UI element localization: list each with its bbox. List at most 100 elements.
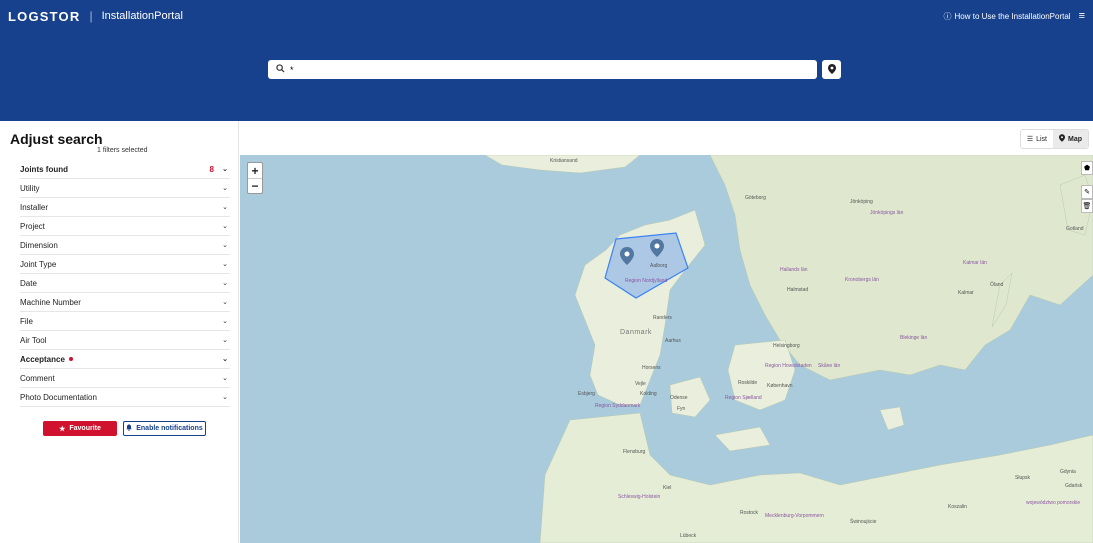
map-label-horsens: Horsens [642,365,661,371]
filter-dimension[interactable]: Dimension ⌄ [20,236,230,255]
chevron-down-icon: ⌄ [222,337,228,344]
map-label-kalmar: Kalmar [958,290,974,296]
search-input[interactable] [290,64,817,75]
sidebar-actions: ★ Favourite Enable notifications [43,421,206,436]
location-button[interactable] [822,60,841,79]
active-filter-dot [68,357,73,362]
map-label-esbjerg: Esbjerg [578,391,595,397]
filter-installer[interactable]: Installer ⌄ [20,198,230,217]
search-icon [276,64,285,75]
map-label-aarhus: Aarhus [665,338,681,344]
map-label-flensburg: Flensburg [623,449,646,455]
filter-air-tool[interactable]: Air Tool ⌄ [20,331,230,350]
filter-acceptance[interactable]: Acceptance ⌄ [20,350,230,369]
map-label-region-hovedstaden: Region Hovedstaden [765,363,812,369]
enable-notifications-button[interactable]: Enable notifications [123,421,206,436]
map-label-oland: Öland [990,282,1004,288]
info-icon: ⓘ [943,11,952,21]
filter-label: Comment [20,373,55,383]
chevron-down-icon: ⌄ [222,394,228,401]
map-label-region-sjaelland: Region Sjælland [725,395,762,401]
portal-name: InstallationPortal [101,10,183,22]
map-label-pomorskie: województwo pomorskie [1026,500,1081,506]
sidebar-title: Adjust search [10,131,103,147]
favourite-button[interactable]: ★ Favourite [43,421,117,436]
trash-icon[interactable]: 🗑 [1081,199,1093,213]
map-label-vejle: Vejle [635,381,646,387]
filter-sidebar: Adjust search 1 filters selected Joints … [0,121,239,543]
map-label-hallands: Hallands län [780,267,808,273]
map-label-kronobergs: Kronobergs län [845,277,879,283]
filter-list: Joints found 8 ⌄ Utility ⌄ Installer ⌄ P… [20,160,230,407]
view-toolbar: ☰ List Map [240,121,1093,155]
map-label-swinoujscie: Świnoujście [850,519,877,525]
map-label-lubeck: Lübeck [680,533,697,539]
list-label: List [1036,135,1047,143]
help-link-label: How to Use the InstallationPortal [954,11,1071,21]
map-label-kristiansand: Kristiansand [550,158,578,164]
chevron-down-icon: ⌄ [222,166,228,173]
map-label-schleswig: Schleswig-Holstein [618,494,661,500]
brand-logo[interactable]: LOGSTOR [8,9,80,24]
filter-joint-type[interactable]: Joint Type ⌄ [20,255,230,274]
draw-polygon-icon[interactable]: ⬟ [1081,161,1093,175]
map-label-skane: Skåne län [818,363,841,369]
bell-icon [126,424,132,433]
star-icon: ★ [59,425,66,433]
zoom-control: + − [247,162,263,194]
filter-date[interactable]: Date ⌄ [20,274,230,293]
chevron-down-icon: ⌄ [222,375,228,382]
help-link[interactable]: ⓘ How to Use the InstallationPortal [944,11,1071,22]
filters-selected-count: 1 filters selected [97,147,148,154]
header-row: LOGSTOR | InstallationPortal ⓘ How to Us… [8,6,1085,26]
map-label-kiel: Kiel [663,485,672,491]
list-icon: ☰ [1026,136,1034,143]
filter-label: Project [20,221,45,231]
map-view-button[interactable]: Map [1053,130,1088,148]
filter-label: Date [20,278,37,288]
chevron-down-icon: ⌄ [222,204,228,211]
land-bornholm [879,406,905,431]
zoom-out-button[interactable]: − [248,178,262,193]
search-bar[interactable] [268,60,817,79]
joint-marker[interactable] [620,247,634,265]
map-label-goteborg: Göteborg [745,195,766,201]
chevron-down-icon: ⌄ [222,185,228,192]
filter-joints-found[interactable]: Joints found 8 ⌄ [20,160,230,179]
zoom-in-button[interactable]: + [248,163,262,178]
map-label-gdansk: Gdańsk [1065,483,1083,489]
map-canvas[interactable]: Kristiansand Göteborg Jönköping Jönköpin… [240,155,1093,543]
filter-utility[interactable]: Utility ⌄ [20,179,230,198]
filter-label: Joint Type [20,259,57,269]
filter-machine-number[interactable]: Machine Number ⌄ [20,293,230,312]
edit-shape-icon[interactable]: ✎ [1081,185,1093,199]
filter-comment[interactable]: Comment ⌄ [20,369,230,388]
joints-count-badge: 8 [209,164,214,174]
hamburger-menu-icon[interactable]: ≡ [1079,10,1085,22]
map-label-helsingborg: Helsingborg [773,343,800,349]
map-label-fyn: Fyn [677,406,686,412]
list-view-button[interactable]: ☰ List [1021,130,1053,148]
filter-label: Photo Documentation [20,392,97,402]
filter-file[interactable]: File ⌄ [20,312,230,331]
chevron-down-icon: ⌄ [222,280,228,287]
map-label-mecklenburg: Mecklenburg-Vorpommern [765,513,824,519]
filter-label-wrap: Acceptance [20,355,220,364]
draw-toolbar: ⬟ ✎ 🗑 [1081,161,1093,213]
filter-label: File [20,316,33,326]
map-label-blekinge: Blekinge län [900,335,928,341]
map-label-gdynia: Gdynia [1060,469,1076,475]
map-label-kobenhavn: København [767,383,793,389]
chevron-down-icon: ⌄ [222,223,228,230]
map-label-odense: Odense [670,395,688,401]
filter-project[interactable]: Project ⌄ [20,217,230,236]
map-label-kolding: Kolding [640,391,657,397]
map-label-kalmar-lan: Kalmar län [963,260,987,266]
map-label-region-nordjylland: Region Nordjylland [625,278,668,284]
filter-label: Air Tool [20,335,47,345]
view-toggle: ☰ List Map [1019,129,1089,149]
filter-photo-documentation[interactable]: Photo Documentation ⌄ [20,388,230,407]
brand-separator: | [89,9,93,23]
map-pin-icon [1059,134,1065,144]
joint-marker[interactable] [650,239,664,257]
